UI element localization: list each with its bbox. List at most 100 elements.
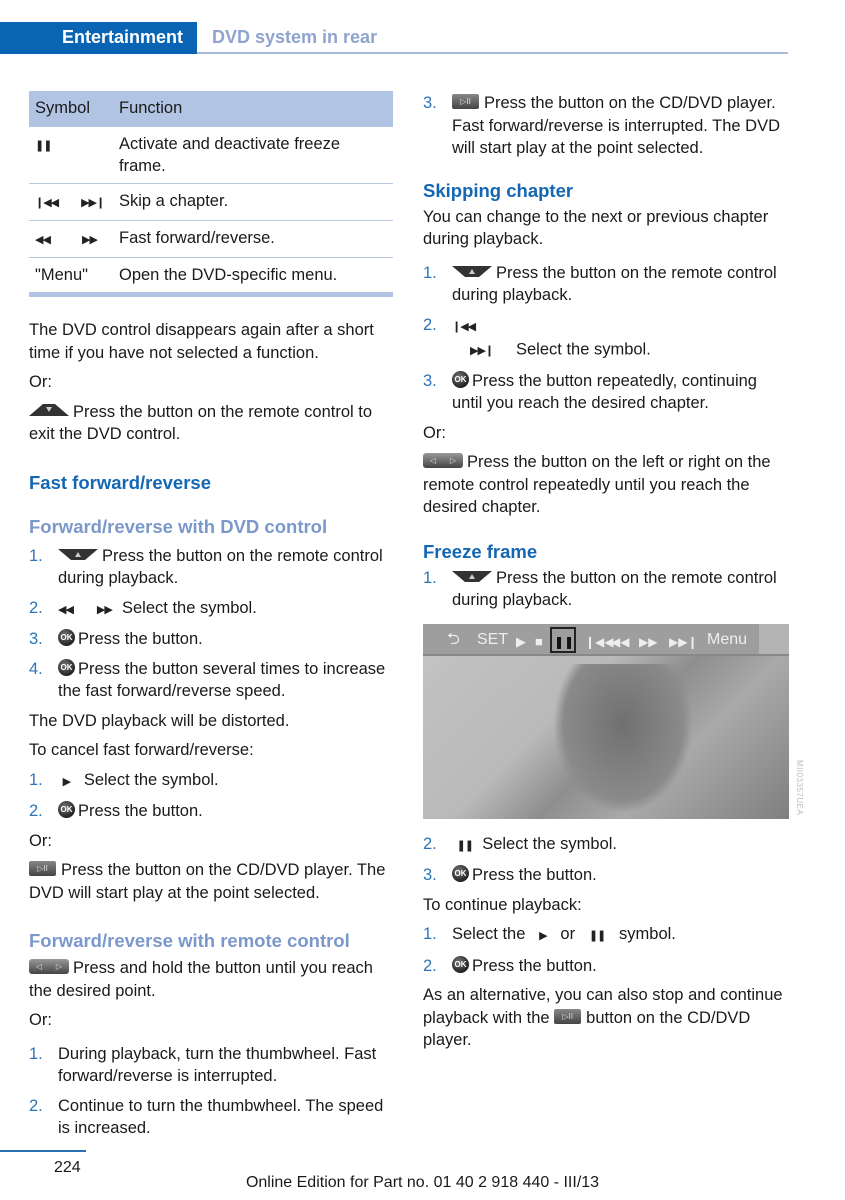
chapter-tab: Entertainment (0, 22, 197, 54)
paragraph: The DVD playback will be distorted. (29, 711, 290, 730)
paragraph: You can change to the next or previous c… (423, 207, 769, 249)
menu-label: Menu (707, 630, 748, 648)
freeze-step-1: 1. Press the button on the remote control… (423, 567, 787, 612)
heading-skipping-chapter: Skipping chapter (423, 179, 574, 201)
menu-symbol: "Menu" (29, 257, 113, 297)
remote-up-button-icon (29, 404, 69, 417)
motorcycle-rider-image (553, 663, 693, 814)
ok-button-icon: OK (58, 658, 75, 676)
skip-forward-icon: ▶▶❙ (669, 634, 698, 649)
skip-forward-icon: ▶▶❙ (470, 345, 494, 357)
controller-nav-icon (759, 623, 789, 654)
list-item: 1. Press the button on the remote control… (423, 568, 777, 610)
section-title: DVD system in rear (212, 27, 378, 47)
left-column: Symbol Function ❚❚ Activate and deactiva… (29, 91, 393, 1147)
play-icon: ▶ (516, 633, 526, 649)
list-item: 1. Press the button on the remote control… (29, 546, 383, 588)
heading-freeze-frame: Freeze frame (423, 540, 538, 562)
list-item: 3. OK Press the button. (29, 629, 203, 648)
ok-button-icon: OK (452, 955, 469, 973)
image-code: MII03357UEA (795, 760, 804, 816)
skip-back-icon: ❙◀◀ (585, 634, 614, 649)
function-cell: Skip a chapter. (113, 183, 393, 221)
list-item: 3. OK Press the button. (423, 865, 597, 884)
set-label: SET (477, 630, 509, 648)
list-item: 2. ◀◀ ▶▶ Select the symbol. (29, 597, 393, 622)
skip-steps: 1. Press the button on the remote control… (423, 262, 787, 415)
fast-forward-icon: ▶▶ (82, 234, 98, 246)
cd-play-pause-icon: ▷II (452, 94, 479, 110)
pause-icon: ❚❚ (588, 930, 606, 942)
page-header: Entertainment DVD system in rear (0, 22, 788, 54)
list-item: 2. OK Press the button. (423, 955, 597, 975)
function-header: Function (113, 91, 393, 127)
continued-steps: 3. ▷II Press the button on the CD/DVD play… (423, 92, 787, 160)
back-icon: ⮌ (447, 630, 460, 648)
play-icon: ▶ (62, 775, 72, 788)
paragraph: As an alternative, you can also stop and… (423, 986, 783, 1049)
or-text: Or: (423, 423, 446, 442)
rewind-icon: ◀◀ (35, 234, 51, 246)
dvd-control-bar: ⮌ SET ▶ ■ ❚❚ ❙◀◀ ◀◀ ▶▶ ▶▶❙ Menu (423, 623, 789, 656)
paragraph: To cancel fast forward/reverse: (29, 741, 254, 759)
heading-dvd-control: Forward/reverse with DVD control (29, 515, 328, 537)
list-item: 2. ❚❚ Select the symbol. (423, 833, 787, 858)
heading-remote-control: Forward/reverse with remote control (29, 930, 350, 951)
dvd-screen-image: ⮌ SET ▶ ■ ❚❚ ❙◀◀ ◀◀ ▶▶ ▶▶❙ Menu (423, 623, 789, 819)
symbol-table: Symbol Function ❚❚ Activate and deactiva… (29, 91, 393, 297)
table-row: "Menu" Open the DVD-specific menu. (29, 257, 393, 297)
remote-down-button-icon (452, 265, 492, 277)
list-item: 1. Select the ▶ or ❚❚ symbol. (423, 923, 787, 948)
remote-left-right-icon: ◁ ▷ (29, 959, 69, 975)
list-item: 3. OK Press the button repeatedly, continu… (423, 370, 757, 412)
ok-button-icon: OK (58, 801, 75, 819)
footer-rule (0, 1150, 86, 1152)
header-rule (197, 52, 788, 54)
right-column: 3. ▷II Press the button on the CD/DVD play… (423, 92, 789, 1059)
thumbwheel-steps: 1. During playback, turn the thumbwheel. … (29, 1043, 393, 1140)
cd-play-pause-icon: ▷II (554, 1008, 582, 1024)
play-icon: ▶ (539, 930, 548, 942)
remote-down-button-icon (58, 548, 98, 560)
stop-icon: ■ (535, 633, 543, 649)
list-item: 2. Continue to turn the thumbwheel. The s… (29, 1096, 384, 1138)
table-header-row: Symbol Function (29, 91, 393, 127)
list-item: 1. ▶ Select the symbol. (29, 769, 393, 794)
rewind-icon: ◀◀ (58, 603, 74, 616)
chapter-title: Entertainment (61, 27, 183, 47)
ok-button-icon: OK (452, 370, 469, 388)
symbol-header: Symbol (29, 91, 113, 127)
table-row: ❙◀◀ ▶▶❙ Skip a chapter. (29, 183, 393, 221)
freeze-steps: 2. ❚❚ Select the symbol. 3. OK Press the b… (423, 833, 787, 887)
paragraph: The DVD control disappears again after a… (29, 321, 374, 362)
fast-forward-icon: ▶▶ (96, 603, 113, 616)
paragraph: ◁ ▷ Press and hold the button until you re… (29, 959, 373, 1000)
ok-button-icon: OK (58, 629, 75, 647)
cd-play-pause-icon: ▷II (29, 861, 56, 877)
paragraph: To continue playback: (423, 895, 582, 914)
continue-steps: 1. Select the ▶ or ❚❚ symbol. 2. OK Press t… (423, 923, 787, 977)
paragraph: Press the button on the remote control t… (29, 401, 393, 446)
paragraph: ▷II Press the button on the CD/DVD player… (29, 861, 386, 902)
function-cell: Open the DVD-specific menu. (113, 257, 393, 297)
table-row: ❚❚ Activate and deactivate freeze frame. (29, 126, 393, 184)
remote-down-button-icon (452, 570, 492, 582)
selection-frame (550, 626, 576, 653)
rewind-icon: ◀◀ (611, 634, 630, 649)
list-item: 2. ❙◀◀▶▶❙ Select the symbol. (423, 314, 787, 363)
skip-forward-icon: ▶▶❙ (81, 197, 105, 209)
skip-back-icon: ❙◀◀ (35, 197, 59, 209)
cancel-steps: 1. ▶ Select the symbol. 2. OK Press the bu… (29, 769, 393, 823)
pause-icon: ❚❚ (35, 140, 52, 152)
or-text: Or: (29, 373, 52, 391)
function-cell: Fast forward/reverse. (113, 220, 393, 258)
function-cell: Activate and deactivate freeze frame. (113, 126, 393, 184)
list-item: 3. ▷II Press the button on the CD/DVD play… (423, 94, 780, 157)
heading-fast-forward: Fast forward/reverse (29, 471, 212, 493)
list-item: 4. OK Press the button several times to in… (29, 658, 386, 700)
table-row: ◀◀ ▶▶ Fast forward/reverse. (29, 220, 393, 258)
dvd-control-steps: 1. Press the button on the remote control… (29, 545, 393, 703)
list-item: 1. Press the button on the remote control… (423, 263, 777, 305)
pause-icon: ❚❚ (456, 839, 474, 852)
remote-left-right-icon: ◁ ▷ (423, 453, 463, 469)
